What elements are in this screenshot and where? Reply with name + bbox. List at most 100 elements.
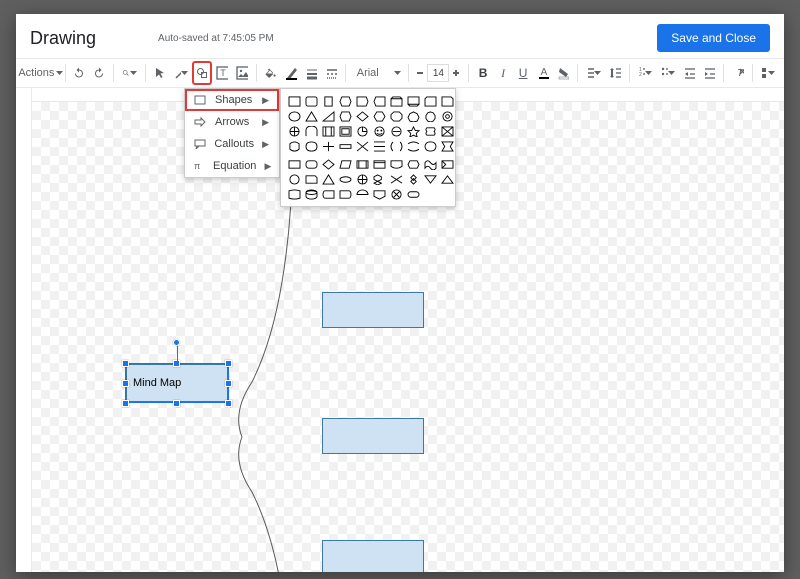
bold-button[interactable]: B xyxy=(474,62,492,84)
shape-palette-item[interactable] xyxy=(372,188,386,200)
shape-palette-item[interactable] xyxy=(372,158,386,170)
shape-palette-item[interactable] xyxy=(321,140,335,152)
indent-increase-button[interactable] xyxy=(700,62,718,84)
shape-palette-item[interactable] xyxy=(423,173,437,185)
shape-palette-item[interactable] xyxy=(355,173,369,185)
shape-palette-item[interactable] xyxy=(355,188,369,200)
shape-palette-item[interactable] xyxy=(287,188,301,200)
clear-formatting-button[interactable]: T xyxy=(729,62,747,84)
shape-palette-item[interactable] xyxy=(338,125,352,137)
select-tool[interactable] xyxy=(151,62,169,84)
shape-palette-item[interactable] xyxy=(304,173,318,185)
shape-palette-item[interactable] xyxy=(389,158,403,170)
shape-palette-item[interactable] xyxy=(389,95,403,107)
shape-palette-item[interactable] xyxy=(423,125,437,137)
line-spacing-button[interactable] xyxy=(606,62,624,84)
textbox-tool[interactable]: T xyxy=(213,62,231,84)
border-color-button[interactable] xyxy=(282,62,300,84)
shape-palette-item[interactable] xyxy=(440,125,454,137)
shape-palette-item[interactable] xyxy=(372,95,386,107)
actions-menu[interactable]: Actions xyxy=(22,62,60,84)
shape-rectangle[interactable] xyxy=(322,418,424,454)
shape-palette-item[interactable] xyxy=(389,140,403,152)
fill-color-button[interactable] xyxy=(262,62,280,84)
shape-palette-item[interactable] xyxy=(304,125,318,137)
shape-palette-item[interactable] xyxy=(287,158,301,170)
shape-palette-item[interactable] xyxy=(372,173,386,185)
shape-palette-item[interactable] xyxy=(423,158,437,170)
shape-palette-item[interactable] xyxy=(287,140,301,152)
bulleted-list-button[interactable] xyxy=(657,62,678,84)
shape-palette-item[interactable] xyxy=(355,140,369,152)
shape-rectangle[interactable] xyxy=(322,292,424,328)
shape-palette-item[interactable] xyxy=(338,140,352,152)
shape-palette-item[interactable] xyxy=(338,173,352,185)
shape-palette-item[interactable] xyxy=(440,140,454,152)
shape-palette-item[interactable] xyxy=(321,158,335,170)
shape-text[interactable]: Mind Map xyxy=(129,375,185,391)
zoom-button[interactable] xyxy=(119,62,140,84)
shape-palette-item[interactable] xyxy=(287,110,301,122)
shape-palette-item[interactable] xyxy=(406,95,420,107)
border-dash-button[interactable] xyxy=(322,62,340,84)
redo-button[interactable] xyxy=(90,62,108,84)
shape-palette-item[interactable] xyxy=(406,125,420,137)
shape-palette-item[interactable] xyxy=(355,125,369,137)
shape-palette-item[interactable] xyxy=(355,110,369,122)
shape-palette-item[interactable] xyxy=(440,158,454,170)
shape-tool[interactable] xyxy=(193,62,211,84)
shape-palette-item[interactable] xyxy=(406,110,420,122)
shape-palette-item[interactable] xyxy=(389,173,403,185)
shape-palette-item[interactable] xyxy=(355,95,369,107)
shape-palette-item[interactable] xyxy=(423,140,437,152)
border-weight-button[interactable] xyxy=(302,62,320,84)
shape-rectangle[interactable] xyxy=(322,540,424,572)
shape-palette-item[interactable] xyxy=(304,110,318,122)
align-button[interactable] xyxy=(583,62,604,84)
shape-palette-item[interactable] xyxy=(321,110,335,122)
shape-palette-item[interactable] xyxy=(406,140,420,152)
save-and-close-button[interactable]: Save and Close xyxy=(657,24,770,52)
shape-palette-item[interactable] xyxy=(287,125,301,137)
menu-item-callouts[interactable]: Callouts ▶ xyxy=(185,133,279,155)
image-tool[interactable] xyxy=(233,62,251,84)
indent-decrease-button[interactable] xyxy=(680,62,698,84)
shape-palette-item[interactable] xyxy=(338,188,352,200)
font-family-selector[interactable]: Arial xyxy=(351,62,403,84)
shape-palette-item[interactable] xyxy=(321,173,335,185)
shape-palette-item[interactable] xyxy=(372,140,386,152)
menu-item-shapes[interactable]: Shapes ▶ xyxy=(185,89,279,111)
shape-palette-item[interactable] xyxy=(406,158,420,170)
numbered-list-button[interactable]: 12 xyxy=(634,62,655,84)
shape-palette-item[interactable] xyxy=(440,95,454,107)
shape-palette-item[interactable] xyxy=(321,95,335,107)
shape-palette-item[interactable] xyxy=(338,158,352,170)
shape-palette-item[interactable] xyxy=(389,125,403,137)
shape-palette-item[interactable] xyxy=(338,110,352,122)
shape-palette-item[interactable] xyxy=(372,125,386,137)
underline-button[interactable]: U xyxy=(514,62,532,84)
shape-palette-item[interactable] xyxy=(440,110,454,122)
shape-palette-item[interactable] xyxy=(321,188,335,200)
shape-palette-item[interactable] xyxy=(304,158,318,170)
undo-button[interactable] xyxy=(70,62,88,84)
shape-palette-item[interactable] xyxy=(304,95,318,107)
shape-palette-item[interactable] xyxy=(440,173,454,185)
shape-palette-item[interactable] xyxy=(304,188,318,200)
shape-palette-item[interactable] xyxy=(287,95,301,107)
menu-item-arrows[interactable]: Arrows ▶ xyxy=(185,111,279,133)
text-color-button[interactable]: A xyxy=(534,62,552,84)
font-size-decrease[interactable] xyxy=(413,64,427,82)
shape-palette-item[interactable] xyxy=(372,110,386,122)
font-size-increase[interactable] xyxy=(449,64,463,82)
font-size-input[interactable] xyxy=(427,64,449,82)
shape-palette-item[interactable] xyxy=(389,110,403,122)
shape-palette-item[interactable] xyxy=(406,188,420,200)
shape-palette-item[interactable] xyxy=(355,158,369,170)
shape-palette-item[interactable] xyxy=(338,95,352,107)
format-options-button[interactable] xyxy=(757,62,778,84)
highlight-color-button[interactable] xyxy=(554,62,572,84)
shape-palette-item[interactable] xyxy=(423,95,437,107)
line-tool[interactable] xyxy=(171,62,192,84)
shape-palette-item[interactable] xyxy=(389,188,403,200)
